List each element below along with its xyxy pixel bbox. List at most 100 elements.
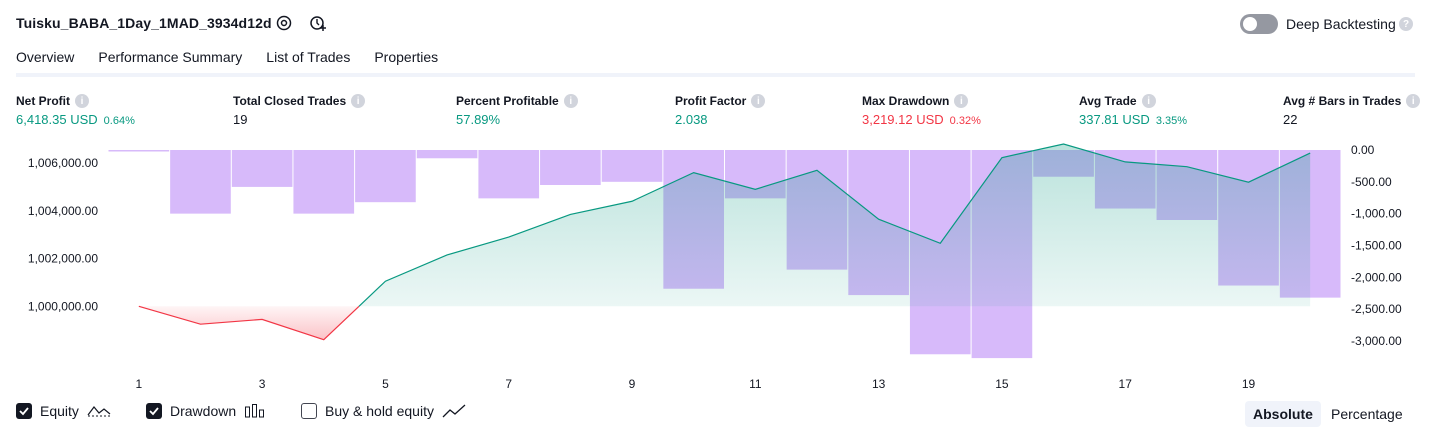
metric-value-text: 2.038 (675, 112, 708, 127)
info-icon[interactable]: i (351, 94, 366, 108)
info-icon[interactable]: i (954, 94, 969, 108)
x-axis-tick: 3 (259, 377, 266, 391)
info-icon[interactable]: i (75, 94, 89, 108)
y-axis-left-tick: 1,002,000.00 (28, 252, 98, 266)
equity-negative-area (138, 306, 360, 340)
metric-1: Total Closed Trades i 19 (233, 94, 366, 127)
metric-value-text: 57.89% (456, 112, 501, 127)
metric-value: 19 (233, 112, 365, 127)
add-alert-icon[interactable] (308, 13, 328, 33)
deep-backtesting-toggle[interactable] (1240, 14, 1278, 34)
metric-label: Percent Profitable i (456, 94, 578, 108)
metric-percent: 0.64% (103, 115, 135, 127)
legend-buy-hold[interactable]: Buy & hold equity (301, 403, 466, 419)
metric-value: 3,219.12 USD 0.32% (862, 112, 981, 127)
y-axis-right-tick: -3,000.00 (1351, 334, 1402, 348)
metric-label-text: Profit Factor (675, 94, 747, 108)
gear-icon[interactable] (274, 13, 294, 33)
drawdown-bar (601, 150, 663, 182)
metric-label: Max Drawdown i (862, 94, 981, 108)
strategy-name: Tuisku_BABA_1Day_1MAD_3934d12d (16, 15, 272, 31)
metric-value-text: 6,418.35 USD (16, 112, 98, 127)
buy-hold-label: Buy & hold equity (325, 403, 434, 419)
legend-drawdown[interactable]: Drawdown (146, 403, 266, 419)
metric-0: Net Profit i 6,418.35 USD 0.64% (16, 94, 135, 127)
x-axis-tick: 11 (749, 377, 762, 391)
tab-overview[interactable]: Overview (16, 49, 75, 76)
metric-value-text: 22 (1283, 112, 1298, 127)
drawdown-bar (540, 150, 601, 185)
x-axis-tick: 13 (872, 377, 886, 391)
metric-6: Avg # Bars in Trades i 22 (1283, 94, 1421, 127)
drawdown-checkbox[interactable] (146, 403, 162, 419)
x-axis-tick: 19 (1242, 377, 1256, 391)
metric-label-text: Total Closed Trades (233, 94, 347, 108)
x-axis-tick: 15 (995, 377, 1009, 391)
drawdown-bar (416, 150, 478, 159)
metric-label-text: Avg # Bars in Trades (1283, 94, 1402, 108)
metric-label: Avg Trade i (1079, 94, 1187, 108)
y-axis-right-tick: -2,000.00 (1351, 270, 1402, 284)
drawdown-bars-icon (245, 404, 265, 418)
equity-chart: 1,006,000.00 1,004,000.00 1,002,000.00 1,00… (28, 143, 1402, 391)
drawdown-label: Drawdown (170, 403, 237, 419)
info-icon[interactable]: i (1406, 94, 1421, 108)
metric-label: Avg # Bars in Trades i (1283, 94, 1421, 108)
drawdown-bar (355, 150, 416, 203)
metric-label: Profit Factor i (675, 94, 766, 108)
info-icon[interactable]: i (563, 94, 578, 108)
y-axis-left-tick: 1,004,000.00 (28, 204, 98, 218)
metric-value: 337.81 USD 3.35% (1079, 112, 1187, 127)
drawdown-bar (170, 150, 231, 214)
help-icon[interactable]: ? (1399, 17, 1413, 31)
metric-percent: 3.35% (1155, 115, 1188, 127)
metric-3: Profit Factor i 2.038 (675, 94, 766, 127)
drawdown-bar (478, 150, 540, 199)
x-axis-tick: 7 (505, 377, 512, 391)
x-axis-tick: 1 (135, 377, 142, 391)
percentage-button[interactable]: Percentage (1323, 401, 1411, 427)
metric-label: Total Closed Trades i (233, 94, 366, 108)
drawdown-bar (293, 150, 355, 214)
metric-percent: 0.32% (949, 115, 981, 127)
y-axis-right-tick: -1,000.00 (1351, 207, 1402, 221)
tab-list-of-trades[interactable]: List of Trades (266, 49, 350, 76)
y-axis-right-tick: -2,500.00 (1351, 302, 1402, 316)
tab-properties[interactable]: Properties (374, 49, 438, 76)
tab-bar: Overview Performance Summary List of Tra… (16, 49, 462, 76)
x-axis-tick: 5 (382, 377, 389, 391)
metric-value: 6,418.35 USD 0.64% (16, 112, 135, 127)
drawdown-bar (108, 150, 170, 152)
info-icon[interactable]: i (751, 94, 766, 108)
metric-label-text: Percent Profitable (456, 94, 559, 108)
metric-2: Percent Profitable i 57.89% (456, 94, 578, 127)
y-axis-right-tick: -500.00 (1351, 175, 1392, 189)
metric-label-text: Net Profit (16, 94, 70, 108)
y-axis-right-tick: -1,500.00 (1351, 238, 1402, 252)
equity-line-icon (87, 406, 111, 417)
x-axis-tick: 9 (629, 377, 636, 391)
y-axis-left-tick: 1,006,000.00 (28, 156, 98, 170)
metric-4: Max Drawdown i 3,219.12 USD 0.32% (862, 94, 981, 127)
metric-value-text: 337.81 USD (1079, 112, 1150, 127)
tab-divider (16, 73, 1415, 77)
equity-label: Equity (40, 403, 79, 419)
tab-performance-summary[interactable]: Performance Summary (98, 49, 242, 76)
info-icon[interactable]: i (1141, 94, 1156, 108)
metric-value: 57.89% (456, 112, 578, 127)
drawdown-bar (231, 150, 293, 187)
metric-label-text: Max Drawdown (862, 94, 950, 108)
metric-value: 2.038 (675, 112, 765, 127)
absolute-button[interactable]: Absolute (1245, 401, 1321, 427)
metric-label: Net Profit i (16, 94, 135, 108)
buy-hold-checkbox[interactable] (301, 403, 317, 419)
buy-hold-line-icon (442, 404, 466, 418)
y-axis-left-tick: 1,000,000.00 (28, 299, 98, 313)
metric-value: 22 (1283, 112, 1420, 127)
legend-equity[interactable]: Equity (16, 403, 111, 419)
metric-value-text: 19 (233, 112, 248, 127)
x-axis-tick: 17 (1119, 377, 1133, 391)
deep-backtesting-label: Deep Backtesting (1286, 16, 1396, 32)
equity-checkbox[interactable] (16, 403, 32, 419)
metric-5: Avg Trade i 337.81 USD 3.35% (1079, 94, 1187, 127)
